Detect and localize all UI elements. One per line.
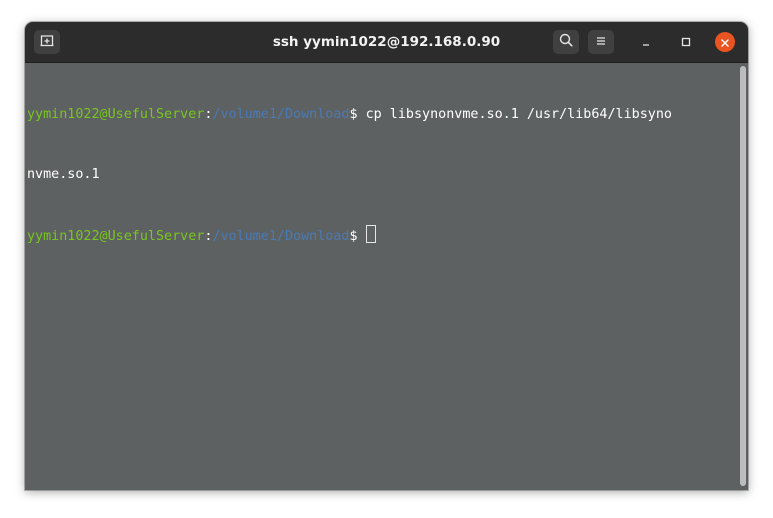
- terminal-output[interactable]: yymin1022@UsefulServer:/volume1/Download…: [25, 63, 740, 490]
- prompt-symbol: $: [349, 107, 366, 122]
- terminal-line: yymin1022@UsefulServer:/volume1/Download…: [27, 105, 740, 125]
- new-tab-button[interactable]: [34, 30, 60, 54]
- prompt-symbol: $: [349, 229, 366, 244]
- command-text-wrapped: nvme.so.1: [27, 167, 100, 182]
- terminal-line: nvme.so.1: [27, 165, 740, 185]
- command-text: cp libsynonvme.so.1 /usr/lib64/libsyno: [365, 107, 672, 122]
- minimize-button[interactable]: [636, 32, 656, 52]
- prompt-path: /volume1/Download: [212, 229, 350, 244]
- search-button[interactable]: [553, 30, 579, 54]
- maximize-icon: [680, 33, 692, 52]
- prompt-user-host: yymin1022@UsefulServer: [27, 229, 205, 244]
- close-icon: [720, 33, 730, 52]
- title-bar[interactable]: ssh yymin1022@192.168.0.90: [25, 22, 748, 63]
- prompt-user-host: yymin1022@UsefulServer: [27, 107, 205, 122]
- hamburger-menu-icon: [594, 33, 608, 52]
- search-icon: [558, 32, 574, 52]
- minimize-icon: [640, 33, 652, 52]
- menu-button[interactable]: [588, 30, 614, 54]
- terminal-line-active: yymin1022@UsefulServer:/volume1/Download…: [27, 225, 740, 245]
- close-button[interactable]: [715, 32, 735, 52]
- terminal-window: ssh yymin1022@192.168.0.90 yymin1022@Use…: [25, 22, 748, 490]
- new-tab-icon: [39, 32, 55, 52]
- scrollbar[interactable]: [740, 66, 746, 486]
- maximize-button[interactable]: [676, 32, 696, 52]
- prompt-path: /volume1/Download: [212, 107, 350, 122]
- text-cursor: [365, 225, 376, 243]
